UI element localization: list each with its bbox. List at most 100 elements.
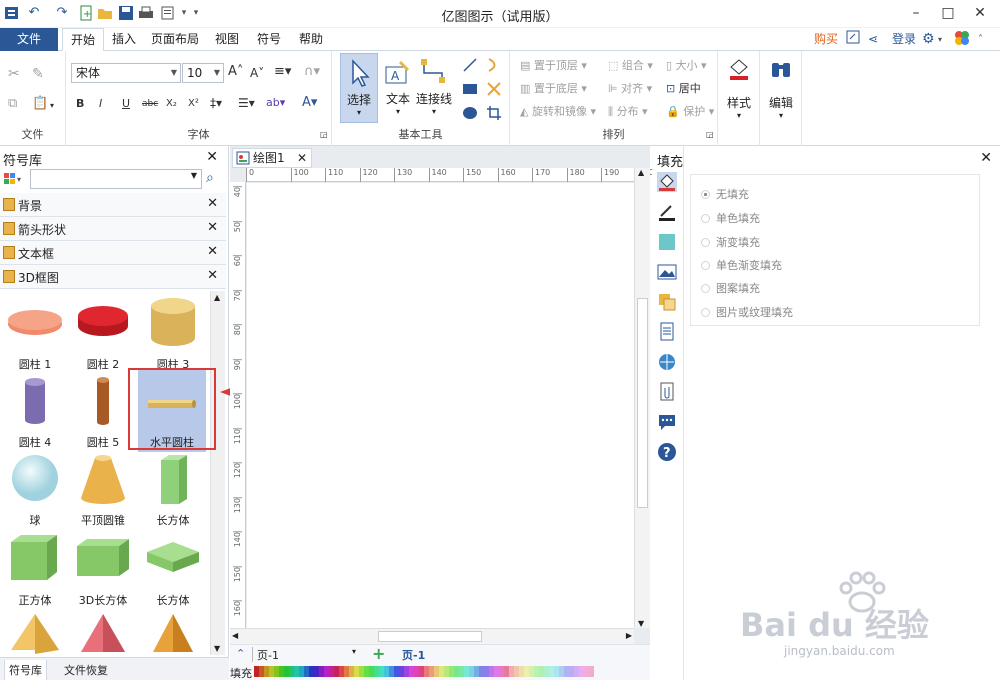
rectangle-tool-icon[interactable] bbox=[462, 81, 478, 101]
collapse-ribbon-icon[interactable]: ˄ bbox=[978, 31, 983, 48]
text-curve-icon[interactable]: ∩▾ bbox=[304, 65, 320, 79]
font-name-select[interactable]: 宋体 ▼ bbox=[71, 63, 181, 83]
subscript-button[interactable]: X₂ bbox=[166, 97, 177, 111]
document-tab[interactable]: 绘图1 ✕ bbox=[232, 148, 312, 168]
bold-button[interactable]: B bbox=[76, 97, 84, 111]
line-style-icon[interactable] bbox=[657, 202, 677, 222]
close-icon[interactable]: ✕ bbox=[207, 196, 218, 211]
library-search-input[interactable]: ▼ bbox=[30, 169, 202, 189]
grow-font-icon[interactable]: A˄ bbox=[228, 65, 243, 79]
color-palette[interactable] bbox=[254, 666, 594, 677]
arc-tool-icon[interactable] bbox=[486, 57, 502, 77]
fill-option-solid[interactable]: 单色填充 bbox=[701, 210, 760, 226]
shape-3d-cuboid[interactable]: 3D长方体 bbox=[68, 532, 138, 610]
style-button[interactable]: 样式 ▾ bbox=[720, 57, 758, 120]
align-button[interactable]: ⊫ 对齐 ▾ bbox=[608, 82, 652, 96]
canvas-horizontal-scrollbar[interactable]: ◀ ▶ bbox=[230, 628, 634, 644]
page-properties-icon[interactable] bbox=[657, 322, 677, 342]
tab-insert[interactable]: 插入 bbox=[106, 28, 142, 51]
shrink-font-icon[interactable]: A˅ bbox=[250, 66, 264, 80]
settings-dropdown-icon[interactable]: ▾ bbox=[938, 31, 942, 48]
close-icon[interactable]: ✕ bbox=[207, 268, 218, 283]
library-scrollbar[interactable]: ▲ ▼ bbox=[210, 291, 225, 655]
ellipse-tool-icon[interactable] bbox=[462, 105, 478, 125]
line-spacing-icon[interactable]: ‡▾ bbox=[210, 96, 222, 110]
format-painter-icon[interactable]: ✎ bbox=[32, 67, 44, 81]
shape-cylinder-2[interactable]: 圆柱 2 bbox=[68, 296, 138, 374]
text-tool-button[interactable]: A 文本 ▾ bbox=[380, 53, 416, 123]
search-icon[interactable]: ⌕ bbox=[206, 170, 214, 186]
shape-sphere[interactable]: 球 bbox=[0, 452, 70, 530]
paste-dropdown-icon[interactable]: ▾ bbox=[50, 99, 54, 113]
copy-icon[interactable]: ⧉ bbox=[8, 97, 17, 111]
bullet-list-icon[interactable]: ☰▾ bbox=[238, 96, 255, 110]
shape-pyramid-orange[interactable] bbox=[138, 610, 208, 656]
protect-button[interactable]: 🔒 保护 ▾ bbox=[666, 105, 714, 119]
help-icon[interactable]: ? bbox=[657, 442, 677, 462]
shape-cuboid-tall[interactable]: 长方体 bbox=[138, 452, 208, 530]
scroll-left-icon[interactable]: ◀ bbox=[232, 631, 238, 640]
close-icon[interactable]: ✕ bbox=[297, 149, 307, 167]
canvas-vertical-scrollbar[interactable]: ▲ ▼ bbox=[634, 168, 650, 628]
superscript-button[interactable]: X² bbox=[188, 97, 199, 111]
layers-icon[interactable] bbox=[657, 292, 677, 312]
tab-file-recovery[interactable]: 文件恢复 bbox=[60, 660, 112, 680]
fill-bucket-icon[interactable] bbox=[657, 172, 677, 192]
send-to-back-button[interactable]: ▥ 置于底层 ▾ bbox=[520, 82, 587, 96]
close-icon[interactable]: ✕ bbox=[207, 220, 218, 235]
page-tab[interactable]: 页-1 bbox=[402, 647, 425, 663]
scroll-down-icon[interactable]: ▼ bbox=[214, 644, 220, 653]
close-button[interactable]: ✕ bbox=[964, 2, 996, 24]
size-button[interactable]: ▯ 大小 ▾ bbox=[666, 59, 707, 73]
fill-option-pattern[interactable]: 图案填充 bbox=[701, 280, 760, 296]
tab-symbol-library[interactable]: 符号库 bbox=[4, 660, 47, 680]
settings-gear-icon[interactable]: ⚙ bbox=[922, 31, 935, 48]
share-icon[interactable]: ⋖ bbox=[868, 31, 878, 48]
paste-icon[interactable]: 📋 bbox=[32, 97, 48, 111]
strikethrough-button[interactable]: abc bbox=[142, 97, 158, 111]
connector-button[interactable]: 连接线 ▾ bbox=[416, 53, 452, 123]
fill-option-picture[interactable]: 图片或纹理填充 bbox=[701, 304, 793, 320]
collapse-up-icon[interactable]: ⌃ bbox=[236, 647, 245, 660]
category-3d-block[interactable]: 3D框图 ✕ bbox=[0, 265, 226, 289]
close-icon[interactable]: ✕ bbox=[207, 244, 218, 259]
tab-help[interactable]: 帮助 bbox=[292, 28, 330, 51]
share-screen-icon[interactable] bbox=[846, 30, 860, 49]
bring-to-front-button[interactable]: ▤ 置于顶层 ▾ bbox=[520, 59, 587, 73]
shape-cuboid-flat[interactable]: 长方体 bbox=[138, 532, 208, 610]
center-button[interactable]: ⊡ 居中 bbox=[666, 82, 701, 96]
shape-cylinder-3[interactable]: 圆柱 3 bbox=[138, 296, 208, 374]
line-tool-icon[interactable] bbox=[462, 57, 478, 77]
italic-button[interactable]: I bbox=[99, 97, 102, 111]
cut-icon[interactable]: ✂ bbox=[8, 67, 20, 81]
attachment-icon[interactable] bbox=[657, 382, 677, 402]
font-size-select[interactable]: 10 ▼ bbox=[182, 63, 224, 83]
fill-option-single-gradient[interactable]: 单色渐变填充 bbox=[701, 257, 782, 273]
hyperlink-globe-icon[interactable] bbox=[657, 352, 677, 372]
login-link[interactable]: 登录 bbox=[892, 31, 916, 48]
tab-page-layout[interactable]: 页面布局 bbox=[146, 28, 204, 51]
font-dialog-launcher-icon[interactable]: ◲ bbox=[320, 128, 328, 142]
shape-cube[interactable]: 正方体 bbox=[0, 532, 70, 610]
distribute-button[interactable]: ⫼ 分布 ▾ bbox=[608, 105, 648, 119]
edit-button[interactable]: 编辑 ▾ bbox=[762, 57, 800, 120]
font-color-icon[interactable]: A▾ bbox=[302, 96, 317, 110]
shadow-icon[interactable] bbox=[657, 232, 677, 252]
highlight-color-icon[interactable]: ab▾ bbox=[266, 96, 285, 110]
scroll-up-icon[interactable]: ▲ bbox=[638, 168, 644, 177]
drawing-page[interactable] bbox=[247, 183, 634, 628]
tab-file[interactable]: 文件 bbox=[0, 28, 58, 51]
tab-symbol[interactable]: 符号 bbox=[250, 28, 288, 51]
shape-cylinder-4[interactable]: 圆柱 4 bbox=[0, 374, 70, 452]
scroll-down-icon[interactable]: ▼ bbox=[638, 619, 644, 628]
scroll-right-icon[interactable]: ▶ bbox=[626, 631, 632, 640]
category-textbox[interactable]: 文本框 ✕ bbox=[0, 241, 226, 265]
close-icon[interactable]: ✕ bbox=[980, 150, 992, 166]
fill-option-gradient[interactable]: 渐变填充 bbox=[701, 234, 760, 250]
fill-option-none[interactable]: 无填充 bbox=[701, 186, 749, 202]
add-page-icon[interactable]: + bbox=[372, 644, 385, 663]
crop-tool-icon[interactable] bbox=[486, 105, 502, 125]
maximize-button[interactable]: □ bbox=[932, 2, 964, 24]
tab-home[interactable]: 开始 bbox=[62, 28, 104, 52]
move-point-icon[interactable] bbox=[486, 81, 502, 101]
